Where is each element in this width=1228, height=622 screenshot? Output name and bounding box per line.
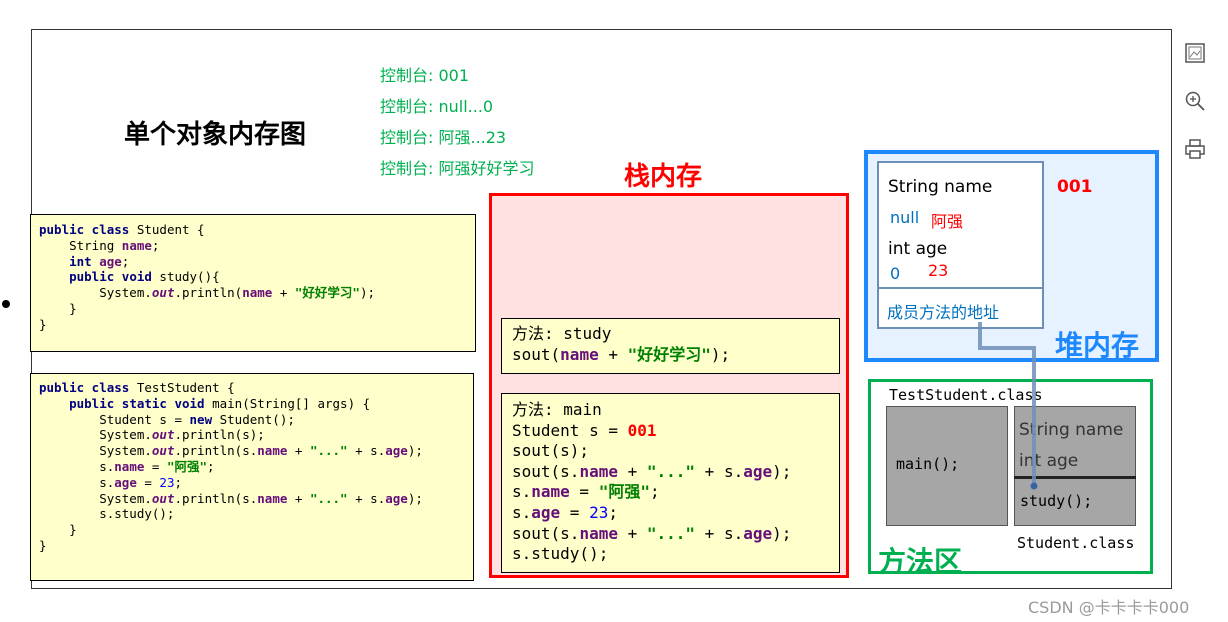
method-reference-connector xyxy=(978,322,1038,490)
method-reference-line xyxy=(978,322,1036,484)
print-icon[interactable] xyxy=(1183,137,1207,161)
method-reference-dot xyxy=(1030,482,1038,490)
zoom-in-icon[interactable] xyxy=(1183,89,1207,113)
image-icon[interactable] xyxy=(1183,41,1207,65)
watermark: CSDN @卡卡卡卡000 xyxy=(1028,598,1190,617)
